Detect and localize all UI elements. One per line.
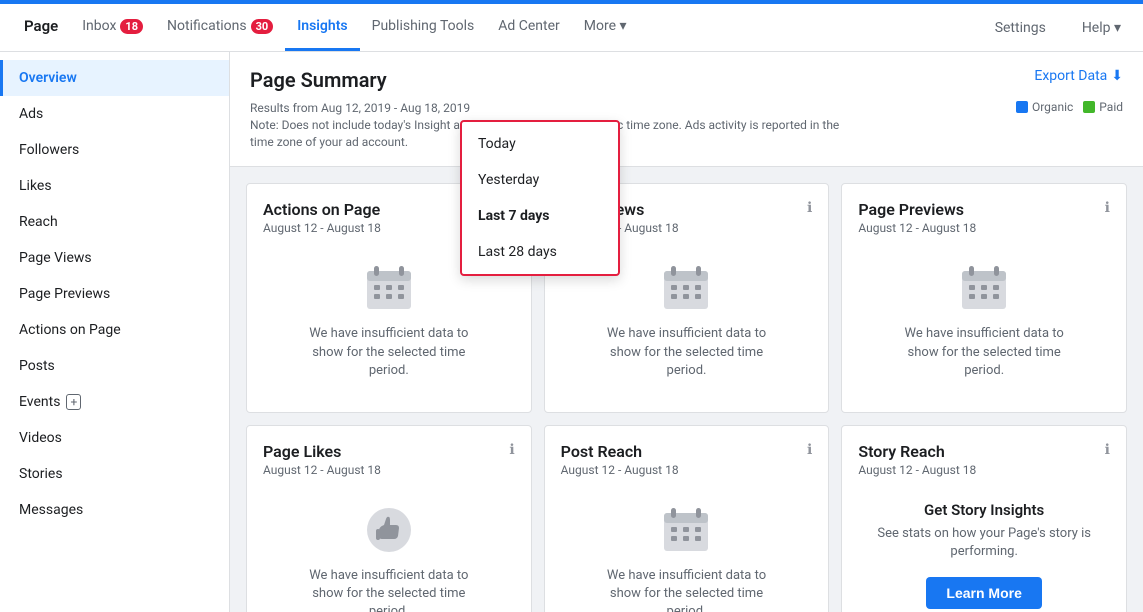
card-date: August 12 - August 18	[858, 463, 976, 477]
legend: Organic Paid	[1016, 100, 1123, 114]
card-date: August 12 - August 18	[561, 463, 679, 477]
calendar-icon	[661, 505, 711, 555]
card-header: Page Likes August 12 - August 18 ℹ	[263, 442, 515, 489]
card-page-previews: Page Previews August 12 - August 18 ℹ	[841, 183, 1127, 413]
calendar-icon	[661, 263, 711, 313]
card-post-reach: Post Reach August 12 - August 18 ℹ	[544, 425, 830, 612]
card-body: We have insufficient data to show for th…	[263, 489, 515, 612]
calendar-icon	[959, 263, 1009, 313]
card-page-likes: Page Likes August 12 - August 18 ℹ We ha…	[246, 425, 532, 612]
sidebar-item-likes[interactable]: Likes	[0, 168, 229, 204]
card-header: Page Previews August 12 - August 18 ℹ	[858, 200, 1110, 247]
card-title: Story Reach	[858, 442, 976, 461]
info-icon[interactable]: ℹ	[1105, 442, 1110, 458]
learn-more-button[interactable]: Learn More	[926, 577, 1041, 609]
story-reach-desc: See stats on how your Page's story is pe…	[858, 525, 1110, 561]
dropdown-item-yesterday[interactable]: Yesterday	[462, 162, 618, 198]
sidebar-item-ads[interactable]: Ads	[0, 96, 229, 132]
no-data-text: We have insufficient data to show for th…	[904, 325, 1064, 380]
sidebar-item-messages[interactable]: Messages	[0, 492, 229, 528]
summary-right: Export Data ⬇ Organic Paid	[1016, 68, 1123, 114]
no-data-text: We have insufficient data to show for th…	[309, 325, 469, 380]
page-summary-header: Page Summary Results from Aug 12, 2019 -…	[230, 52, 1143, 167]
nav-right: Settings Help ▾	[985, 4, 1131, 51]
sidebar-item-page-views[interactable]: Page Views	[0, 240, 229, 276]
nav-notifications[interactable]: Notifications 30	[155, 4, 285, 51]
dropdown-item-today[interactable]: Today	[462, 126, 618, 162]
nav-insights[interactable]: Insights	[285, 4, 359, 51]
card-header: Story Reach August 12 - August 18 ℹ	[858, 442, 1110, 489]
card-body: We have insufficient data to show for th…	[858, 247, 1110, 396]
organic-dot	[1016, 101, 1028, 113]
sidebar-item-events[interactable]: Events +	[0, 384, 229, 420]
sidebar-item-followers[interactable]: Followers	[0, 132, 229, 168]
nav-settings[interactable]: Settings	[985, 14, 1056, 42]
events-add-icon[interactable]: +	[66, 394, 81, 410]
no-data-text: We have insufficient data to show for th…	[606, 325, 766, 380]
card-date: August 12 - August 18	[263, 221, 381, 235]
card-story-reach: Story Reach August 12 - August 18 ℹ Get …	[841, 425, 1127, 612]
calendar-icon	[364, 263, 414, 313]
card-title: Actions on Page	[263, 200, 381, 219]
nav-page[interactable]: Page	[12, 4, 70, 51]
story-reach-title: Get Story Insights	[924, 501, 1044, 519]
dropdown-item-last7[interactable]: Last 7 days	[462, 198, 618, 234]
main-content: Page Summary Results from Aug 12, 2019 -…	[230, 52, 1143, 612]
download-icon: ⬇	[1111, 68, 1123, 84]
story-reach-content: Get Story Insights See stats on how your…	[858, 489, 1110, 612]
sidebar-item-posts[interactable]: Posts	[0, 348, 229, 384]
date-range-dropdown[interactable]: Today Yesterday Last 7 days Last 28 days	[460, 120, 620, 276]
top-nav: Page Inbox 18 Notifications 30 Insights …	[0, 4, 1143, 52]
main-layout: Overview Ads Followers Likes Reach Page …	[0, 52, 1143, 612]
sidebar-item-overview[interactable]: Overview	[0, 60, 229, 96]
export-data-button[interactable]: Export Data ⬇	[1034, 68, 1123, 84]
nav-ad-center[interactable]: Ad Center	[486, 4, 572, 51]
nav-inbox[interactable]: Inbox 18	[70, 4, 155, 51]
sidebar: Overview Ads Followers Likes Reach Page …	[0, 52, 230, 612]
nav-help[interactable]: Help ▾	[1072, 14, 1131, 42]
cards-grid: Actions on Page August 12 - August 18 ℹ	[230, 167, 1143, 612]
dropdown-item-last28[interactable]: Last 28 days	[462, 234, 618, 270]
sidebar-item-page-previews[interactable]: Page Previews	[0, 276, 229, 312]
legend-paid: Paid	[1083, 100, 1123, 114]
sidebar-item-reach[interactable]: Reach	[0, 204, 229, 240]
sidebar-item-actions-on-page[interactable]: Actions on Page	[0, 312, 229, 348]
inbox-badge: 18	[120, 19, 143, 34]
card-title: Page Likes	[263, 442, 381, 461]
card-date: August 12 - August 18	[263, 463, 381, 477]
nav-publishing-tools[interactable]: Publishing Tools	[360, 4, 487, 51]
page-summary-title: Page Summary	[250, 68, 850, 92]
paid-dot	[1083, 101, 1095, 113]
thumbs-up-icon	[364, 505, 414, 555]
card-date: August 12 - August 18	[858, 221, 976, 235]
card-title: Post Reach	[561, 442, 679, 461]
card-body: We have insufficient data to show for th…	[561, 489, 813, 612]
no-data-text: We have insufficient data to show for th…	[309, 567, 469, 612]
info-icon[interactable]: ℹ	[1105, 200, 1110, 216]
info-icon[interactable]: ℹ	[807, 200, 812, 216]
info-icon[interactable]: ℹ	[807, 442, 812, 458]
notifications-badge: 30	[251, 19, 274, 34]
nav-left: Page Inbox 18 Notifications 30 Insights …	[12, 4, 639, 51]
sidebar-item-videos[interactable]: Videos	[0, 420, 229, 456]
legend-organic: Organic	[1016, 100, 1073, 114]
card-header: Post Reach August 12 - August 18 ℹ	[561, 442, 813, 489]
no-data-text: We have insufficient data to show for th…	[606, 567, 766, 612]
card-title: Page Previews	[858, 200, 976, 219]
sidebar-item-stories[interactable]: Stories	[0, 456, 229, 492]
info-icon[interactable]: ℹ	[509, 442, 514, 458]
nav-more[interactable]: More ▾	[572, 4, 639, 51]
